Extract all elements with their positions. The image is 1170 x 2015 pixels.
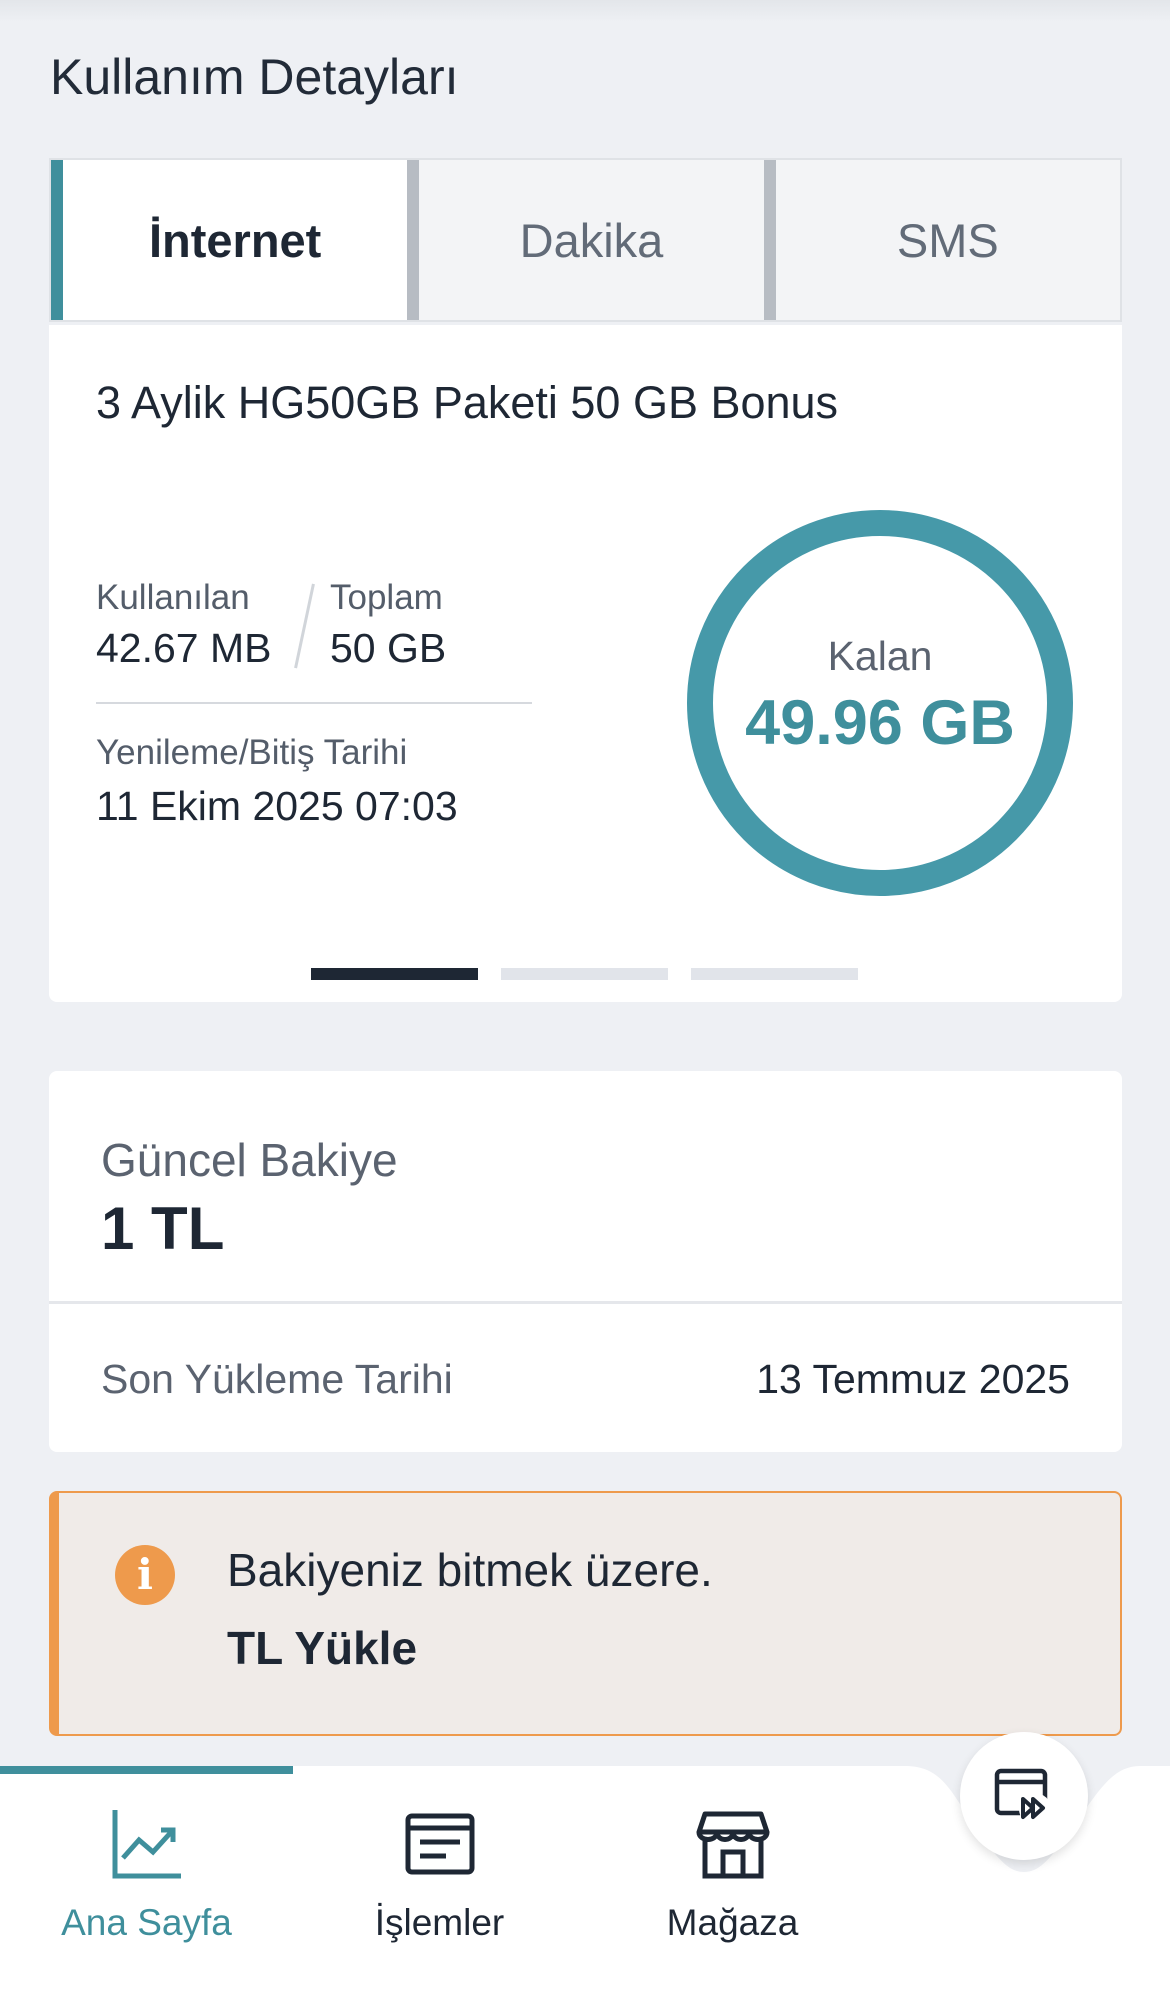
bottom-nav: Ana Sayfa İşlemler Mağaza [0,1732,1170,2015]
renewal-label: Yenileme/Bitiş Tarihi [96,733,408,772]
document-icon [405,1813,474,1875]
used-label: Kullanılan [96,578,250,617]
page-dot-2[interactable] [501,968,668,980]
page-dot-1[interactable] [311,968,478,980]
divider [49,1301,1122,1304]
used-value: 42.67 MB [96,625,272,671]
info-icon: i [115,1545,175,1605]
page-dot-3[interactable] [691,968,858,980]
alert-message: Bakiyeniz bitmek üzere. [227,1544,713,1596]
page-title: Kullanım Detayları [50,49,459,105]
tab-sms[interactable]: SMS [763,160,1120,320]
tab-dakika[interactable]: Dakika [407,160,763,320]
nav-item-islemler[interactable]: İşlemler [293,1806,586,1944]
package-name: 3 Aylik HG50GB Paketi 50 GB Bonus [96,377,839,428]
nav-label: Mağaza [666,1902,799,1943]
last-load-label: Son Yükleme Tarihi [101,1356,453,1402]
store-icon [696,1811,769,1879]
nav-label: Ana Sayfa [61,1902,232,1943]
media-forward-icon [994,1768,1051,1825]
nav-active-indicator [0,1766,293,1774]
tl-yukle-link[interactable]: TL Yükle [227,1621,417,1675]
top-shade [0,0,1170,22]
remaining-label: Kalan [827,633,933,679]
nav-item-magaza[interactable]: Mağaza [586,1806,879,1944]
balance-card[interactable]: Güncel Bakiye 1 TL Son Yükleme Tarihi 13… [49,1071,1122,1452]
nav-item-ana-sayfa[interactable]: Ana Sayfa [0,1806,293,1944]
balance-label: Güncel Bakiye [101,1134,398,1186]
total-value: 50 GB [330,625,447,671]
remaining-value: 49.96 GB [745,688,1015,758]
nav-label: İşlemler [374,1902,505,1943]
renewal-value: 11 Ekim 2025 07:03 [96,783,458,829]
last-load-value: 13 Temmuz 2025 [756,1356,1070,1402]
stat-separator [294,583,315,669]
usage-tabs: İnternet Dakika SMS [49,158,1122,322]
balance-value: 1 TL [101,1195,225,1262]
media-fab-button[interactable] [960,1732,1088,1860]
total-label: Toplam [330,578,443,617]
chart-icon [112,1810,181,1879]
divider [96,702,532,704]
usage-card[interactable]: 3 Aylik HG50GB Paketi 50 GB Bonus Kullan… [49,325,1122,1002]
low-balance-alert: i Bakiyeniz bitmek üzere. TL Yükle [49,1491,1122,1736]
tab-internet[interactable]: İnternet [51,160,408,320]
